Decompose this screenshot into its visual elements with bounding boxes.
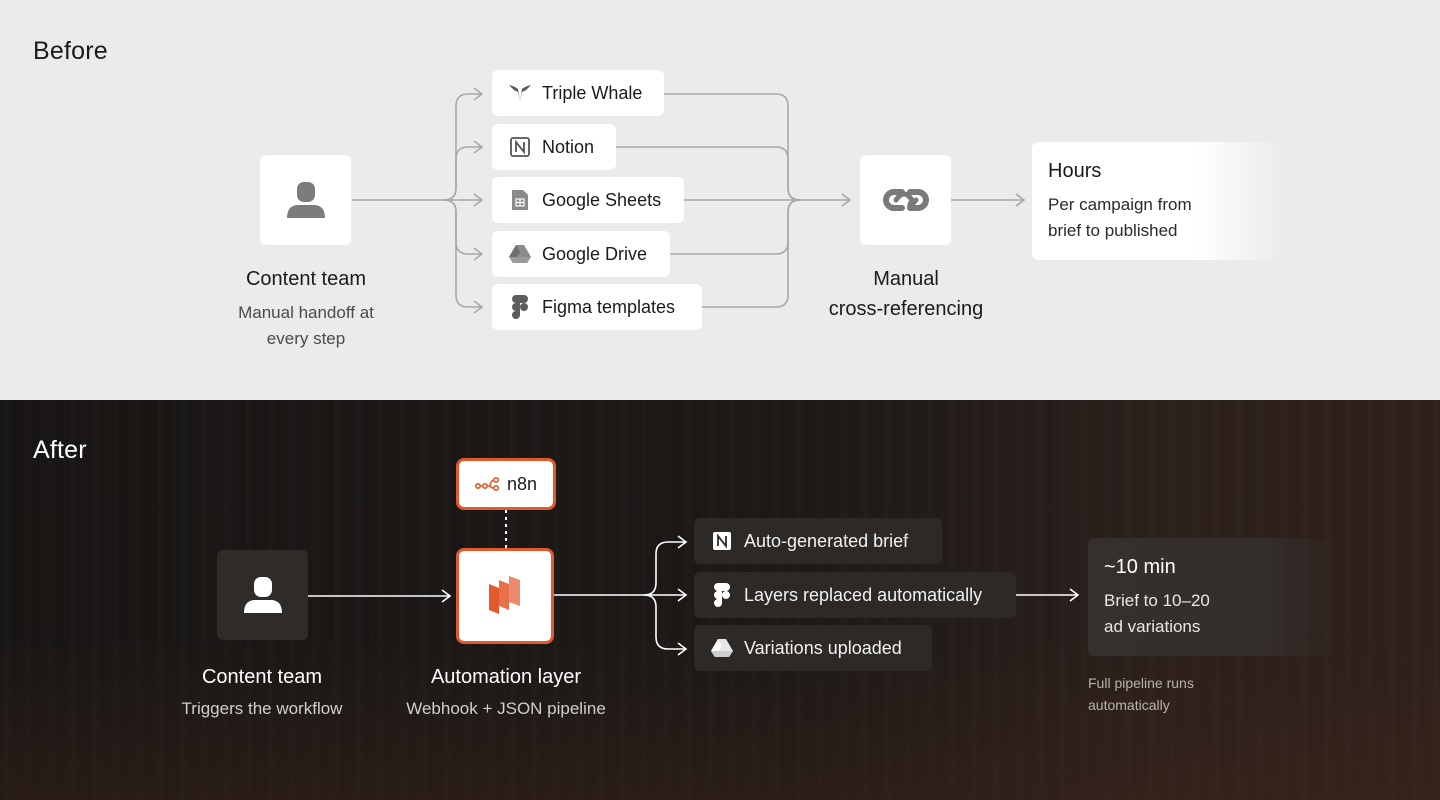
after-footnote: Full pipeline runs automatically bbox=[1088, 672, 1288, 716]
output-label: Layers replaced automatically bbox=[744, 584, 983, 605]
after-result-desc-1: Brief to 10–20 bbox=[1104, 591, 1210, 610]
automation-subtitle: Webhook + JSON pipeline bbox=[406, 699, 606, 718]
result-title: Hours bbox=[1048, 160, 1102, 182]
output-label: Auto-generated brief bbox=[744, 530, 909, 551]
output-label: Variations uploaded bbox=[744, 637, 902, 658]
figma-icon bbox=[508, 295, 532, 319]
tool-google-sheets: Google Sheets bbox=[492, 177, 684, 223]
tool-label: Figma templates bbox=[542, 296, 676, 317]
footnote-line-1: Full pipeline runs bbox=[1088, 675, 1194, 691]
content-team-tile bbox=[260, 155, 351, 245]
content-team-subtitle-1: Manual handoff at bbox=[238, 303, 374, 322]
output-variations-uploaded: Variations uploaded bbox=[694, 625, 932, 671]
n8n-engine-box: n8n bbox=[456, 458, 556, 510]
footnote-line-2: automatically bbox=[1088, 697, 1170, 713]
google-drive-icon bbox=[508, 242, 532, 266]
after-result-card: ~10 min Brief to 10–20 ad variations bbox=[1088, 538, 1340, 656]
n8n-label: n8n bbox=[506, 473, 538, 494]
merge-title-1: Manual bbox=[873, 268, 939, 290]
figma-icon bbox=[710, 583, 734, 607]
after-result-desc-2: ad variations bbox=[1104, 617, 1201, 636]
cross-referencing-label: Manual cross-referencing bbox=[806, 264, 1006, 324]
tool-notion: Notion bbox=[492, 124, 616, 170]
result-desc-2: brief to published bbox=[1048, 221, 1178, 240]
tool-label: Google Drive bbox=[542, 243, 648, 264]
content-team-subtitle-2: every step bbox=[266, 329, 346, 348]
google-sheets-icon bbox=[508, 188, 532, 212]
content-team-label: Content team Manual handoff at every ste… bbox=[206, 264, 406, 352]
user-icon bbox=[243, 577, 282, 613]
cross-referencing-tile bbox=[860, 155, 951, 245]
tool-label: Notion bbox=[542, 136, 595, 157]
automation-layer-box bbox=[456, 548, 554, 644]
content-team-title: Content team bbox=[245, 268, 367, 290]
after-content-team-label: Content team Triggers the workflow bbox=[152, 662, 372, 722]
after-result-title: ~10 min bbox=[1104, 556, 1176, 578]
output-layers-replaced: Layers replaced automatically bbox=[694, 572, 1016, 618]
link-icon bbox=[882, 189, 929, 211]
google-drive-icon bbox=[710, 636, 734, 660]
after-content-team-tile bbox=[217, 550, 308, 640]
triple-whale-icon bbox=[508, 81, 532, 105]
automation-title: Automation layer bbox=[430, 666, 582, 688]
tool-label: Triple Whale bbox=[542, 82, 643, 103]
notion-icon bbox=[508, 135, 532, 159]
after-actor-subtitle: Triggers the workflow bbox=[181, 699, 343, 718]
tool-google-drive: Google Drive bbox=[492, 231, 670, 277]
tool-figma-templates: Figma templates bbox=[492, 284, 702, 330]
before-section: Before Content team Manual handoff at ev… bbox=[0, 0, 1440, 400]
after-actor-title: Content team bbox=[201, 666, 323, 688]
after-section: After Content team Triggers the workflow… bbox=[0, 400, 1440, 800]
result-desc-1: Per campaign from bbox=[1048, 195, 1192, 214]
before-result-card: Hours Per campaign from brief to publish… bbox=[1032, 142, 1284, 260]
tool-triple-whale: Triple Whale bbox=[492, 70, 664, 116]
automation-stack-icon bbox=[489, 576, 520, 614]
user-icon bbox=[286, 182, 325, 218]
output-auto-generated-brief: Auto-generated brief bbox=[694, 518, 942, 564]
merge-title-2: cross-referencing bbox=[828, 298, 984, 320]
n8n-icon bbox=[474, 477, 499, 491]
tool-label: Google Sheets bbox=[542, 189, 662, 210]
notion-icon bbox=[710, 529, 734, 553]
automation-layer-label: Automation layer Webhook + JSON pipeline bbox=[386, 662, 626, 722]
